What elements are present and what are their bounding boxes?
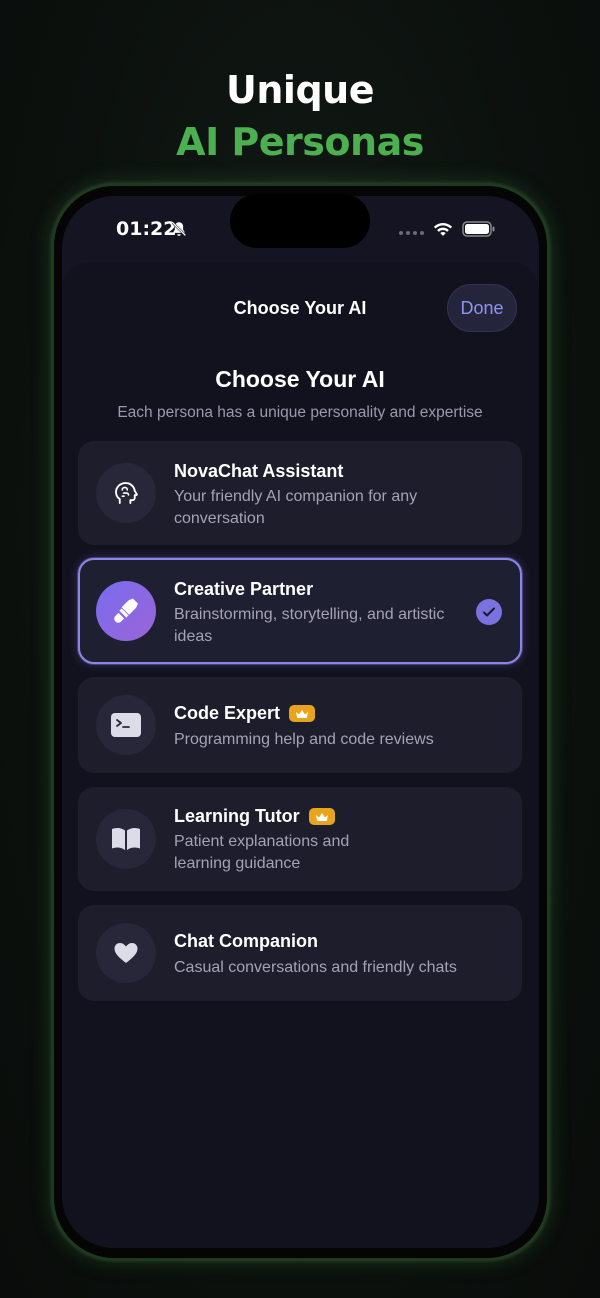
paintbrush-icon — [114, 598, 138, 623]
persona-card-chat-companion[interactable]: Chat Companion Casual conversations and … — [78, 905, 522, 1001]
section-title: Choose Your AI — [215, 366, 385, 392]
persona-avatar — [96, 809, 156, 869]
persona-name: Code Expert — [174, 703, 316, 724]
persona-card-code-expert[interactable]: Code Expert Programming help and code re… — [78, 677, 522, 773]
persona-card-novachat-assistant[interactable]: NovaChat Assistant Your friendly AI comp… — [78, 441, 522, 545]
promo-headline-line2: AI Personas — [176, 120, 424, 164]
selected-check-icon — [476, 599, 502, 625]
persona-description: Programming help and code reviews — [174, 731, 434, 748]
persona-description: Casual conversations and friendly chats — [174, 959, 457, 976]
persona-avatar — [96, 695, 156, 755]
crown-icon — [308, 808, 335, 825]
terminal-icon — [111, 713, 141, 737]
persona-avatar — [96, 581, 156, 641]
persona-avatar — [96, 923, 156, 983]
persona-name: NovaChat Assistant — [174, 461, 344, 481]
crown-icon — [289, 705, 316, 722]
persona-name: Chat Companion — [174, 931, 318, 951]
promo-headline-line1: Unique — [226, 68, 374, 112]
battery-icon — [462, 221, 495, 237]
book-icon — [112, 828, 140, 850]
heart-icon — [114, 943, 138, 963]
persona-name: Learning Tutor — [174, 806, 335, 827]
status-time: 01:22 — [116, 218, 177, 240]
persona-avatar — [96, 463, 156, 523]
brain-icon — [115, 482, 138, 504]
done-button[interactable]: Done — [447, 284, 517, 332]
persona-card-learning-tutor[interactable]: Learning Tutor Patient explanations and … — [78, 787, 522, 891]
persona-description: Patient explanations and learning guidan… — [174, 833, 350, 872]
section-subtitle: Each persona has a unique personality an… — [117, 404, 483, 421]
wifi-icon — [433, 222, 453, 236]
dynamic-island — [230, 194, 370, 248]
persona-description: Brainstorming, storytelling, and artisti… — [174, 606, 445, 645]
persona-card-creative-partner[interactable]: Creative Partner Brainstorming, storytel… — [78, 558, 522, 664]
cellular-signal-icon — [399, 231, 424, 235]
persona-name: Creative Partner — [174, 579, 314, 599]
persona-description: Your friendly AI companion for any conve… — [174, 488, 418, 527]
bell-slash-icon — [171, 221, 187, 237]
